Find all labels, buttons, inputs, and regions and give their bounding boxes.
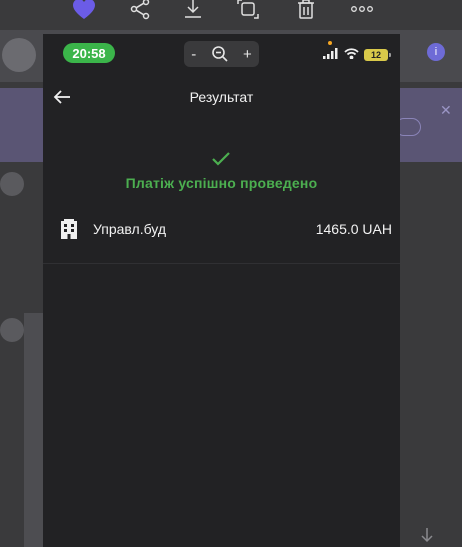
- bg-avatar: [0, 318, 24, 342]
- crop-icon[interactable]: [235, 0, 261, 22]
- privacy-indicator-dot: [328, 41, 332, 45]
- viewer-toolbar: [0, 0, 462, 20]
- payment-row: Управл.буд 1465.0 UAH: [43, 212, 400, 264]
- info-icon: i: [427, 43, 445, 61]
- bg-avatar: [0, 172, 24, 196]
- zoom-in-button[interactable]: +: [243, 46, 252, 63]
- heart-icon[interactable]: [71, 0, 97, 22]
- close-icon: ✕: [440, 102, 452, 118]
- success-message: Платіж успішно проведено: [125, 175, 318, 191]
- share-icon[interactable]: [127, 0, 153, 22]
- magnifier-icon[interactable]: [211, 45, 229, 63]
- payment-recipient: Управл.буд: [93, 221, 167, 237]
- status-bar: 20:58 - + 12: [43, 34, 400, 72]
- bg-avatar: [2, 38, 36, 72]
- scroll-down-icon: [418, 526, 436, 547]
- phone-screenshot: 20:58 - + 12 Результат Платіж успішно пр…: [43, 34, 400, 547]
- payment-amount: 1465.0 UAH: [315, 221, 392, 237]
- more-icon[interactable]: [349, 0, 375, 22]
- status-time: 20:58: [63, 43, 115, 63]
- zoom-control: - +: [184, 41, 259, 67]
- download-icon[interactable]: [180, 0, 206, 22]
- nav-bar: Результат: [43, 82, 400, 112]
- building-icon: [61, 219, 77, 244]
- signal-icon: [323, 46, 339, 64]
- zoom-out-button[interactable]: -: [191, 46, 196, 63]
- page-title: Результат: [189, 89, 254, 105]
- checkmark-icon: [211, 151, 231, 172]
- trash-icon[interactable]: [293, 0, 319, 22]
- battery-icon: 12: [364, 49, 391, 61]
- status-icons: 12: [323, 46, 391, 64]
- wifi-icon: [344, 46, 359, 64]
